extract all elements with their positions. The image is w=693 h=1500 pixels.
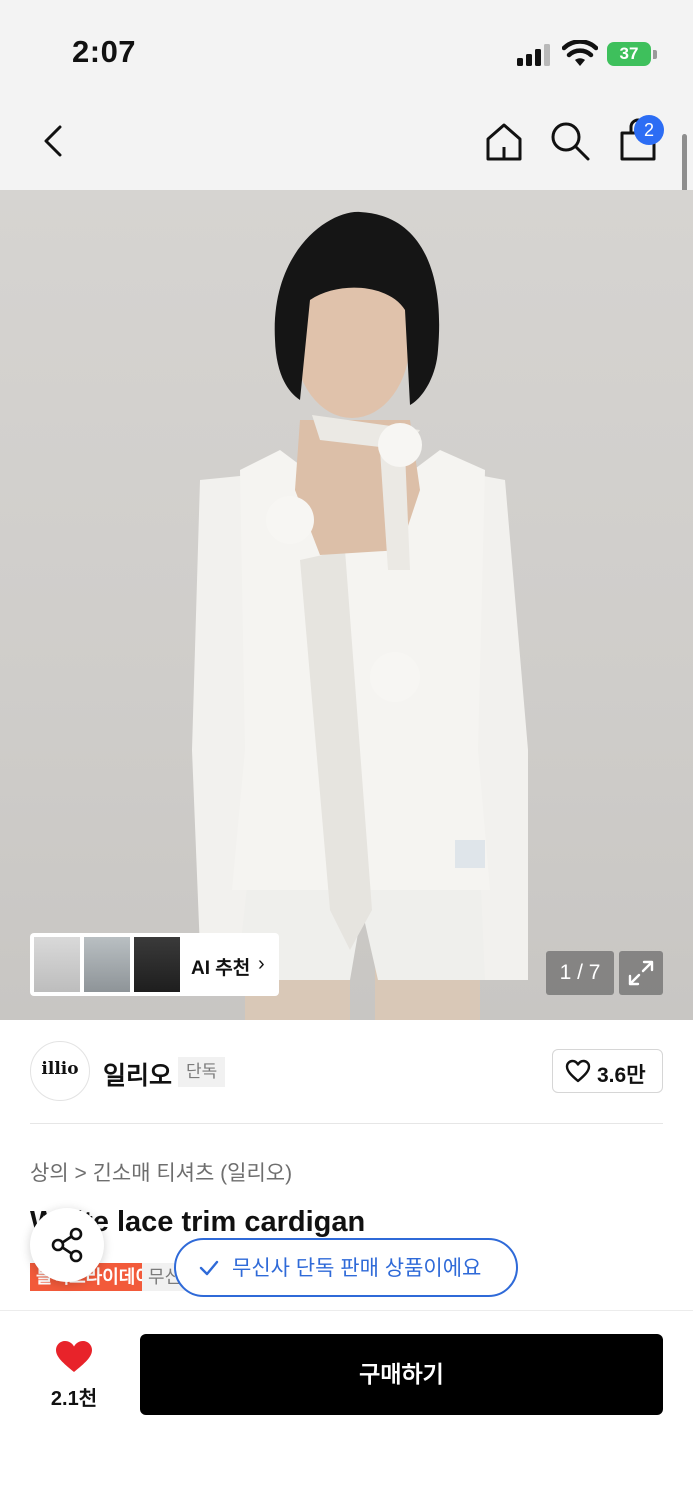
ai-thumbnail-3[interactable] <box>134 937 180 992</box>
battery-icon: 37 <box>607 42 657 66</box>
ai-recommend-label: AI 추천 <box>191 958 251 979</box>
brand-name[interactable]: 일리오 <box>103 1056 172 1092</box>
breadcrumb[interactable]: 상의 > 긴소매 티셔츠 (일리오) <box>30 1157 292 1187</box>
buy-button[interactable]: 구매하기 <box>140 1334 663 1415</box>
like-count: 3.6만 <box>597 1064 646 1087</box>
ai-thumbnail-2[interactable] <box>84 937 130 992</box>
wifi-icon <box>562 40 598 66</box>
image-page-indicator: 1 / 7 <box>546 951 614 995</box>
brand-logo-text: illio <box>41 1059 79 1079</box>
share-icon <box>51 1227 83 1263</box>
cart-count-badge: 2 <box>634 115 664 145</box>
battery-level: 37 <box>607 42 651 66</box>
status-time: 2:07 <box>72 34 137 69</box>
search-icon[interactable] <box>546 117 594 165</box>
home-icon[interactable] <box>480 117 528 165</box>
exclusive-toast-text: 무신사 단독 판매 상품이에요 <box>232 1257 482 1280</box>
signal-icon <box>517 44 550 66</box>
heart-filled-icon <box>56 1341 92 1372</box>
exclusive-badge: 단독 <box>178 1057 226 1087</box>
check-icon <box>199 1260 219 1276</box>
divider <box>30 1123 663 1124</box>
product-image[interactable] <box>0 190 693 1020</box>
bottom-bar-divider <box>0 1310 693 1311</box>
back-icon[interactable] <box>30 117 78 165</box>
expand-icon[interactable] <box>619 951 663 995</box>
chevron-right-icon: › <box>258 953 265 975</box>
model-illustration <box>192 211 528 1020</box>
wishlist-count: 2.1천 <box>50 1388 98 1410</box>
ai-thumbnail-1[interactable] <box>34 937 80 992</box>
heart-outline-icon <box>565 1059 591 1083</box>
